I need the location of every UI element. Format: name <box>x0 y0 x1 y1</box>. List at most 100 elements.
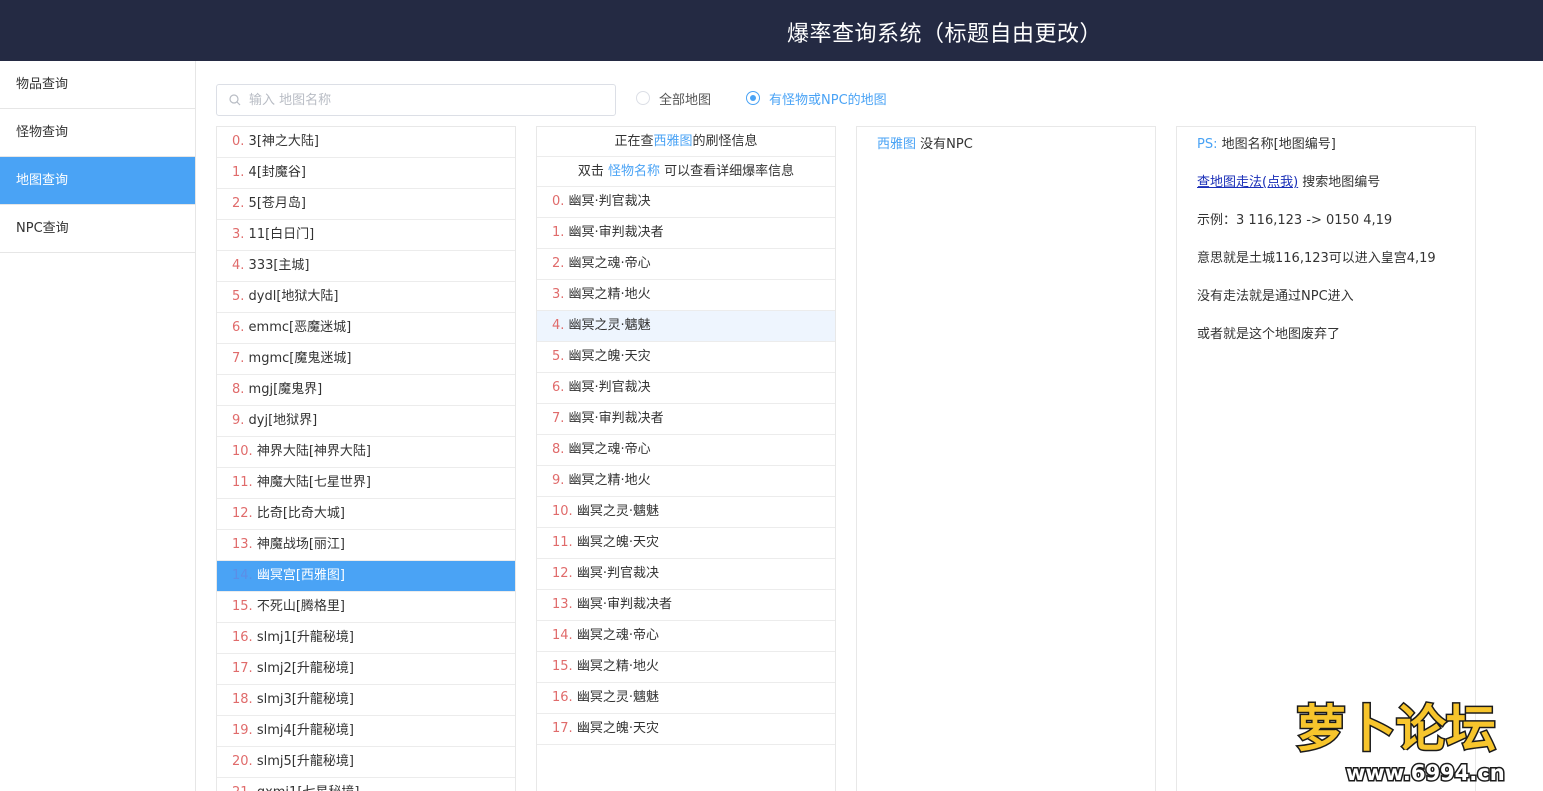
map-list-item[interactable]: 15. 不死山[腾格里] <box>217 592 515 623</box>
monster-list-item[interactable]: 17. 幽冥之魄·天灾 <box>537 714 835 745</box>
monster-index: 12. <box>552 566 573 581</box>
sidebar-item-items[interactable]: 物品查询 <box>0 61 195 109</box>
radio-monster-maps-label: 有怪物或NPC的地图 <box>769 92 887 108</box>
map-list-item[interactable]: 1. 4[封魔谷] <box>217 158 515 189</box>
map-index: 8. <box>232 382 245 397</box>
monster-list-item[interactable]: 13. 幽冥·审判裁决者 <box>537 590 835 621</box>
map-list-item[interactable]: 16. slmj1[升龍秘境] <box>217 623 515 654</box>
ps-line: PS: 地图名称[地图编号] <box>1197 133 1475 171</box>
monster-index: 13. <box>552 597 573 612</box>
monster-rows: 0. 幽冥·判官裁决 1. 幽冥·审判裁决者 2. 幽冥之魂·帝心 3. 幽冥之精·地… <box>537 187 835 745</box>
sidebar-item-npc[interactable]: NPC查询 <box>0 205 195 253</box>
monster-list-item[interactable]: 5. 幽冥之魄·天灾 <box>537 342 835 373</box>
map-list-item[interactable]: 8. mgj[魔鬼界] <box>217 375 515 406</box>
monster-list-item[interactable]: 8. 幽冥之魂·帝心 <box>537 435 835 466</box>
map-list-item[interactable]: 11. 神魔大陆[七星世界] <box>217 468 515 499</box>
map-list-item[interactable]: 3. 11[白日门] <box>217 220 515 251</box>
hint-suffix: 可以查看详细爆率信息 <box>660 164 795 179</box>
sidebar-item-monsters[interactable]: 怪物查询 <box>0 109 195 157</box>
monster-list-item[interactable]: 7. 幽冥·审判裁决者 <box>537 404 835 435</box>
monster-list-item[interactable]: 12. 幽冥·判官裁决 <box>537 559 835 590</box>
map-name: dyj[地狱界] <box>248 413 318 428</box>
ps-label: PS: <box>1197 137 1218 152</box>
no-path-line: 没有走法就是通过NPC进入 <box>1197 289 1354 304</box>
monster-list-item[interactable]: 4. 幽冥之灵·魑魅 <box>537 311 835 342</box>
path-link-line: 查地图走法(点我) 搜索地图编号 <box>1197 171 1475 209</box>
monster-list-item[interactable]: 14. 幽冥之魂·帝心 <box>537 621 835 652</box>
map-name: 神界大陆[神界大陆] <box>256 444 371 459</box>
map-list-item[interactable]: 13. 神魔战场[丽江] <box>217 530 515 561</box>
monster-list-item[interactable]: 9. 幽冥之精·地火 <box>537 466 835 497</box>
monster-name: 幽冥之魄·天灾 <box>568 349 651 364</box>
sidebar-item-maps[interactable]: 地图查询 <box>0 157 195 205</box>
map-index: 16. <box>232 630 253 645</box>
npc-map-name: 西雅图 <box>877 137 917 152</box>
map-name: qxmj1[七星秘境] <box>257 785 360 791</box>
map-name: slmj4[升龍秘境] <box>256 723 354 738</box>
map-list-item[interactable]: 5. dydl[地狱大陆] <box>217 282 515 313</box>
map-list-item[interactable]: 17. slmj2[升龍秘境] <box>217 654 515 685</box>
monster-index: 0. <box>552 194 565 209</box>
monster-list-item[interactable]: 15. 幽冥之精·地火 <box>537 652 835 683</box>
map-index: 1. <box>232 165 245 180</box>
header-prefix: 正在查 <box>614 134 654 149</box>
map-list-item[interactable]: 9. dyj[地狱界] <box>217 406 515 437</box>
monster-list-item[interactable]: 10. 幽冥之灵·魑魅 <box>537 497 835 528</box>
map-index: 14. <box>232 568 253 583</box>
monster-list-item[interactable]: 16. 幽冥之灵·魑魅 <box>537 683 835 714</box>
map-search-box <box>216 84 616 116</box>
monster-list-item[interactable]: 0. 幽冥·判官裁决 <box>537 187 835 218</box>
map-name: 11[白日门] <box>248 227 315 242</box>
monster-name: 幽冥之灵·魑魅 <box>568 318 651 333</box>
map-index: 4. <box>232 258 245 273</box>
monster-list-item[interactable]: 1. 幽冥·审判裁决者 <box>537 218 835 249</box>
monster-name: 幽冥·判官裁决 <box>576 566 659 581</box>
map-list-item[interactable]: 19. slmj4[升龍秘境] <box>217 716 515 747</box>
map-list-item[interactable]: 21. qxmj1[七星秘境] <box>217 778 515 791</box>
map-name: 5[苍月岛] <box>248 196 306 211</box>
map-list-item[interactable]: 14. 幽冥宫[西雅图] <box>217 561 515 592</box>
map-list-item[interactable]: 4. 333[主城] <box>217 251 515 282</box>
monster-index: 7. <box>552 411 565 426</box>
map-index: 9. <box>232 413 245 428</box>
monster-name: 幽冥之魄·天灾 <box>576 721 659 736</box>
monster-index: 14. <box>552 628 573 643</box>
map-name: 4[封魔谷] <box>248 165 306 180</box>
monster-index: 11. <box>552 535 573 550</box>
map-list-item[interactable]: 2. 5[苍月岛] <box>217 189 515 220</box>
radio-all-maps[interactable]: 全部地图 <box>636 89 711 108</box>
map-name: 神魔大陆[七星世界] <box>256 475 371 490</box>
map-index: 2. <box>232 196 245 211</box>
map-index: 18. <box>232 692 253 707</box>
map-list-item[interactable]: 10. 神界大陆[神界大陆] <box>217 437 515 468</box>
map-index: 20. <box>232 754 253 769</box>
ps-text: 地图名称[地图编号] <box>1217 137 1336 152</box>
header-bar: 爆率查询系统（标题自由更改） <box>0 0 1543 61</box>
map-list-item[interactable]: 12. 比奇[比奇大城] <box>217 499 515 530</box>
map-list-item[interactable]: 6. emmc[恶魔迷城] <box>217 313 515 344</box>
abandoned-line: 或者就是这个地图废弃了 <box>1197 327 1341 342</box>
map-list-item[interactable]: 20. slmj5[升龍秘境] <box>217 747 515 778</box>
map-path-link[interactable]: 查地图走法(点我) <box>1197 175 1298 190</box>
example-line: 示例：3 116,123 -> 0150 4,19 <box>1197 213 1393 228</box>
map-list: 0. 3[神之大陆] 1. 4[封魔谷] 2. 5[苍月岛] 3. 11[白日门] 4.… <box>216 126 516 791</box>
map-list-item[interactable]: 18. slmj3[升龍秘境] <box>217 685 515 716</box>
map-search-input[interactable] <box>249 85 609 115</box>
hint-prefix: 双击 <box>577 164 608 179</box>
map-name: 不死山[腾格里] <box>256 599 345 614</box>
map-list-item[interactable]: 7. mgmc[魔鬼迷城] <box>217 344 515 375</box>
radio-monster-maps[interactable]: 有怪物或NPC的地图 <box>746 89 887 108</box>
monster-index: 1. <box>552 225 565 240</box>
map-name: mgj[魔鬼界] <box>248 382 323 397</box>
monster-list-item[interactable]: 2. 幽冥之魂·帝心 <box>537 249 835 280</box>
map-name: slmj3[升龍秘境] <box>256 692 354 707</box>
monster-panel-header: 正在查西雅图的刷怪信息 <box>537 127 835 157</box>
monster-list-item[interactable]: 3. 幽冥之精·地火 <box>537 280 835 311</box>
monster-name: 幽冥之魂·帝心 <box>576 628 659 643</box>
monster-index: 10. <box>552 504 573 519</box>
header-suffix: 的刷怪信息 <box>692 134 758 149</box>
monster-list-item[interactable]: 6. 幽冥·判官裁决 <box>537 373 835 404</box>
monster-panel-hint: 双击 怪物名称 可以查看详细爆率信息 <box>537 157 835 187</box>
map-list-item[interactable]: 0. 3[神之大陆] <box>217 127 515 158</box>
monster-list-item[interactable]: 11. 幽冥之魄·天灾 <box>537 528 835 559</box>
